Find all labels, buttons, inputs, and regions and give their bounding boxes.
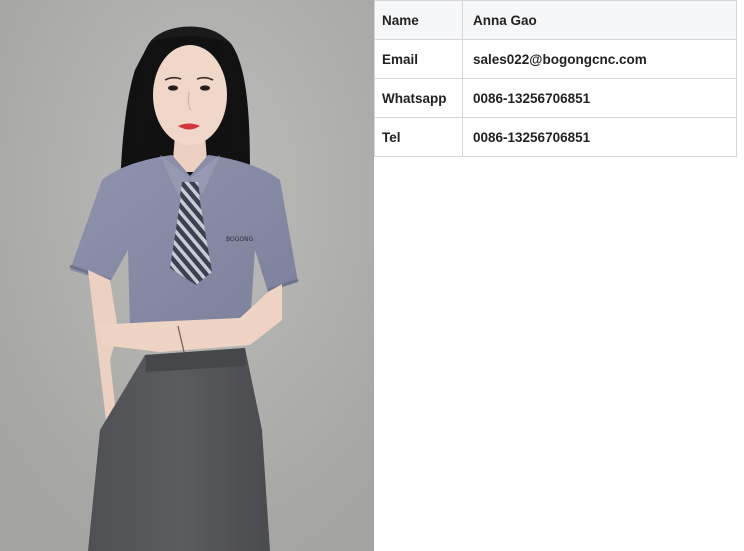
- shirt-logo-text: BOGONG: [226, 236, 254, 243]
- profile-photo: BOGONG: [0, 0, 374, 551]
- name-value: Anna Gao: [462, 0, 737, 40]
- email-value: sales022@bogongcnc.com: [462, 39, 737, 79]
- name-label: Name: [374, 0, 463, 40]
- tel-label: Tel: [374, 117, 463, 157]
- table-row: Whatsapp 0086-13256706851: [374, 78, 737, 118]
- portrait-illustration: BOGONG: [0, 0, 374, 551]
- table-row: Tel 0086-13256706851: [374, 117, 737, 157]
- whatsapp-value: 0086-13256706851: [462, 78, 737, 118]
- table-row: Email sales022@bogongcnc.com: [374, 39, 737, 79]
- tel-value: 0086-13256706851: [462, 117, 737, 157]
- email-label: Email: [374, 39, 463, 79]
- table-row: Name Anna Gao: [374, 0, 737, 40]
- whatsapp-label: Whatsapp: [374, 78, 463, 118]
- contact-info-table: Name Anna Gao Email sales022@bogongcnc.c…: [374, 0, 737, 157]
- contact-card: BOGONG Name Anna Gao Email sales022@bogo…: [0, 0, 744, 551]
